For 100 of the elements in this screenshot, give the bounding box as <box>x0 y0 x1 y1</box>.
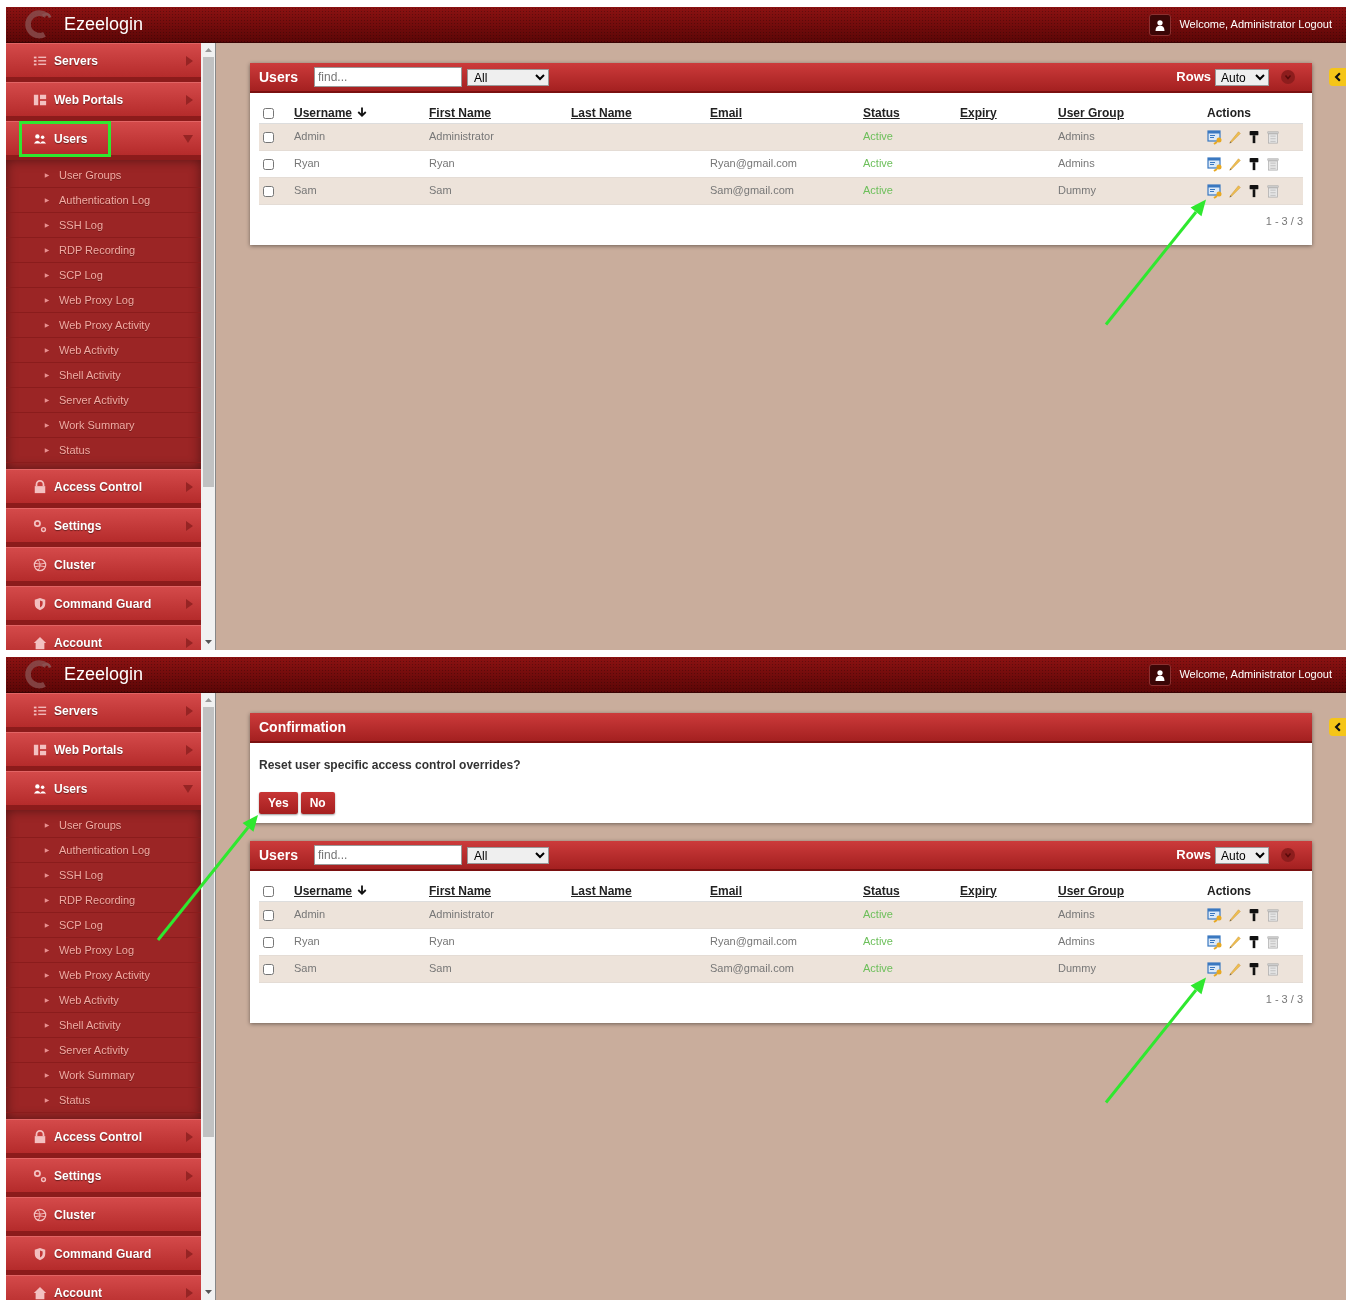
sidebar-item[interactable]: Users <box>6 771 201 810</box>
reset-access-icon[interactable] <box>1207 128 1223 145</box>
sidebar-item[interactable]: Account <box>6 625 201 650</box>
lock-icon <box>33 479 47 494</box>
trash-icon[interactable] <box>1266 155 1280 172</box>
chevron-left-icon <box>1332 721 1343 733</box>
table-cell: Sam <box>294 962 317 975</box>
sidebar-item[interactable]: Web Portals <box>6 82 201 121</box>
key-icon[interactable] <box>1247 907 1261 922</box>
chevron-down-icon <box>1284 851 1292 859</box>
column-header[interactable]: Username <box>294 105 353 120</box>
bullet-icon <box>44 296 50 304</box>
key-icon[interactable] <box>1247 156 1261 171</box>
logout-link[interactable]: Logout <box>1298 16 1332 33</box>
logout-link[interactable]: Logout <box>1298 666 1332 683</box>
column-header[interactable]: User Group <box>1058 105 1124 120</box>
bullet-icon <box>44 171 50 179</box>
select-all-checkbox[interactable] <box>263 885 274 897</box>
column-header[interactable]: Email <box>710 883 742 898</box>
reset-access-icon[interactable] <box>1207 906 1223 923</box>
pencil-icon[interactable] <box>1228 156 1242 171</box>
row-checkbox[interactable] <box>263 963 274 975</box>
bullet-icon <box>44 946 50 954</box>
bullet-icon <box>44 346 50 354</box>
column-header[interactable]: First Name <box>429 883 492 898</box>
reset-access-icon[interactable] <box>1207 960 1223 977</box>
row-checkbox[interactable] <box>263 158 274 170</box>
sidebar-item[interactable]: Command Guard <box>6 1236 201 1275</box>
column-header[interactable]: Username <box>294 883 353 898</box>
select-all-checkbox[interactable] <box>263 107 274 119</box>
sidebar-item[interactable]: Settings <box>6 1158 201 1197</box>
row-checkbox[interactable] <box>263 909 274 921</box>
table-cell: Admin <box>294 908 326 921</box>
column-header[interactable]: Status <box>863 883 900 898</box>
sidebar-item[interactable]: Access Control <box>6 1119 201 1158</box>
key-icon[interactable] <box>1247 961 1261 976</box>
column-header[interactable]: First Name <box>429 105 492 120</box>
column-header[interactable]: User Group <box>1058 883 1124 898</box>
sidebar-item[interactable]: Servers <box>6 43 201 82</box>
filter-dropdown[interactable]: All <box>467 846 549 864</box>
reset-access-icon[interactable] <box>1207 933 1223 950</box>
sidebar-item[interactable]: Cluster <box>6 547 201 586</box>
column-header[interactable]: Email <box>710 105 742 120</box>
column-header[interactable]: Expiry <box>960 105 997 120</box>
search-field[interactable]: find... <box>314 845 462 865</box>
rows-dropdown[interactable]: Auto <box>1215 846 1269 864</box>
chevron-left-icon <box>1332 71 1343 83</box>
row-checkbox[interactable] <box>263 185 274 197</box>
sidebar-item[interactable]: Command Guard <box>6 586 201 625</box>
dialog-title: Confirmation <box>259 717 347 737</box>
shield-icon <box>33 1246 47 1261</box>
search-field[interactable]: find... <box>314 67 462 87</box>
status-text: Active <box>863 130 893 143</box>
sidebar-item[interactable]: Servers <box>6 693 201 732</box>
column-header[interactable]: Last Name <box>571 105 632 120</box>
row-checkbox[interactable] <box>263 131 274 143</box>
trash-icon[interactable] <box>1266 933 1280 950</box>
pagination-text: 1 - 3 / 3 <box>1264 213 1303 229</box>
layout-icon <box>33 92 47 107</box>
chevron-down-icon <box>1284 73 1292 81</box>
sidebar-item[interactable]: Cluster <box>6 1197 201 1236</box>
gears-icon <box>33 518 47 533</box>
bullet-icon <box>44 396 50 404</box>
collapse-button[interactable] <box>1281 70 1295 84</box>
brand-name: Ezeelogin <box>64 13 144 36</box>
collapse-button[interactable] <box>1281 848 1295 862</box>
submenu-item[interactable]: SSH Log <box>6 863 201 888</box>
key-icon[interactable] <box>1247 183 1261 198</box>
status-text: Active <box>863 184 893 197</box>
bullet-icon <box>44 1046 50 1054</box>
sidebar-item[interactable]: Web Portals <box>6 732 201 771</box>
collapse-tab-button[interactable] <box>1329 68 1346 86</box>
bullet-icon <box>44 321 50 329</box>
sidebar-item[interactable]: Account <box>6 1275 201 1300</box>
bullet-icon <box>44 1021 50 1029</box>
collapse-tab-button[interactable] <box>1329 718 1346 736</box>
reset-access-icon[interactable] <box>1207 155 1223 172</box>
pencil-icon[interactable] <box>1228 934 1242 949</box>
rows-label: Rows <box>1176 68 1211 87</box>
table-cell: Admins <box>1058 935 1095 948</box>
bullet-icon <box>44 246 50 254</box>
column-header[interactable]: Status <box>863 105 900 120</box>
rows-dropdown[interactable]: Auto <box>1215 68 1269 86</box>
column-header[interactable]: Last Name <box>571 883 632 898</box>
status-text: Active <box>863 962 893 975</box>
table-cell: Sam@gmail.com <box>710 962 794 975</box>
table-cell: Dummy <box>1058 184 1096 197</box>
sidebar-item[interactable]: Users <box>6 121 201 160</box>
yes-button[interactable]: Yes <box>259 792 298 814</box>
row-checkbox[interactable] <box>263 936 274 948</box>
user-avatar-icon <box>1149 663 1172 686</box>
reset-access-icon[interactable] <box>1207 182 1223 199</box>
key-icon[interactable] <box>1247 129 1261 144</box>
key-icon[interactable] <box>1247 934 1261 949</box>
filter-dropdown[interactable]: All <box>467 68 549 86</box>
sidebar-item[interactable]: Settings <box>6 508 201 547</box>
sidebar-item[interactable]: Access Control <box>6 469 201 508</box>
column-header[interactable]: Expiry <box>960 883 997 898</box>
bullet-icon <box>44 421 50 429</box>
no-button[interactable]: No <box>300 792 335 814</box>
